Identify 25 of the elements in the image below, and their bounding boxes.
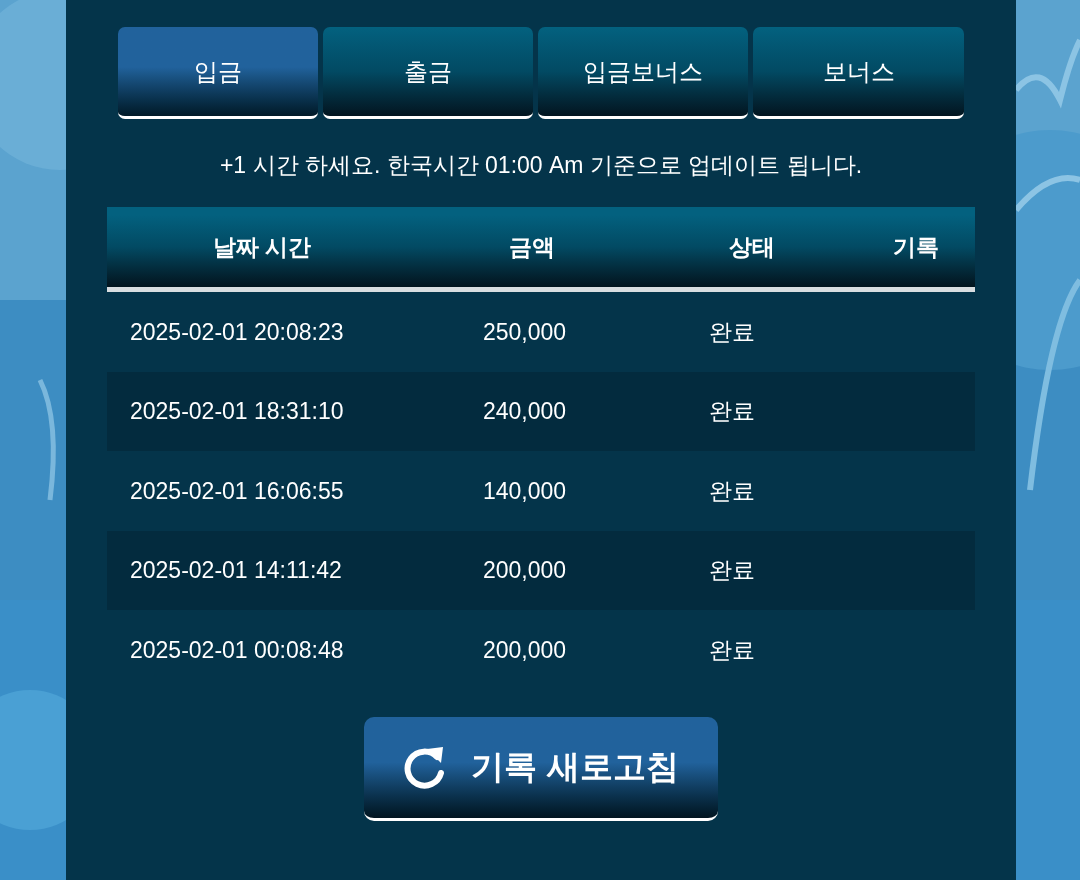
column-header: 날짜 시간 (211, 232, 313, 262)
table-cell: 240,000 (483, 398, 567, 424)
table-cell: 140,000 (483, 477, 567, 504)
refresh-button[interactable]: 기록 새로고침 (364, 716, 718, 821)
notice-text: +1 시간 하세요. 한국시간 01:00 Am 기준으로 업데이트 됩니다. (219, 151, 863, 180)
tab[interactable]: 보너스 (753, 27, 964, 119)
table-cell: 2025-02-01 00:08:48 (130, 636, 344, 663)
column-header: 상태 (728, 232, 776, 262)
table-cell: 완료 (709, 398, 755, 424)
tab[interactable]: 입금보너스 (538, 27, 748, 119)
table-cell: 2025-02-01 16:06:55 (130, 477, 344, 504)
tab[interactable]: 출금 (323, 27, 533, 119)
column-header: 금액 (508, 232, 556, 262)
table-cell: 2025-02-01 18:31:10 (130, 398, 344, 424)
table-cell: 200,000 (483, 636, 567, 663)
column-header: 기록 (892, 232, 940, 262)
table-cell: 250,000 (483, 318, 567, 345)
table-cell: 2025-02-01 20:08:23 (130, 318, 344, 345)
table-cell: 완료 (709, 318, 755, 345)
table-cell: 완료 (709, 477, 755, 504)
table-cell: 완료 (709, 557, 755, 583)
tab[interactable]: 입금 (118, 27, 318, 119)
table-cell: 2025-02-01 14:11:42 (130, 557, 342, 583)
table-cell: 200,000 (483, 557, 567, 583)
table-cell: 완료 (709, 636, 755, 663)
